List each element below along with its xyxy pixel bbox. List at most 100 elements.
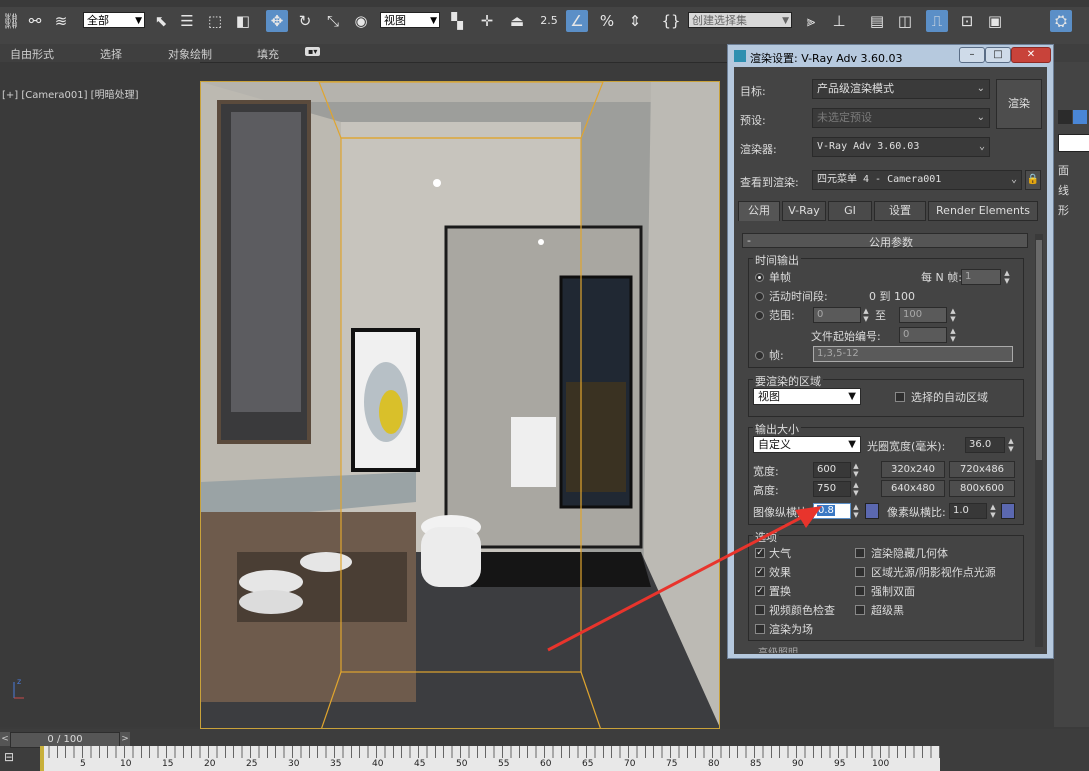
mirror-icon[interactable]: ⫸ [800, 10, 822, 32]
range-end-field[interactable]: 100 [899, 307, 947, 323]
ribbon-tab-populate[interactable]: 填充 [257, 46, 279, 62]
aspect-lock-icon[interactable] [865, 503, 879, 519]
aperture-spinner[interactable]: ▲ ▼ [1006, 437, 1016, 453]
tick-label: 95 [834, 759, 846, 769]
spinner-snap-icon[interactable]: ⇕ [624, 10, 646, 32]
common-params-rollout[interactable]: - 公用参数 [742, 233, 1028, 249]
range-start-field[interactable]: 0 [813, 307, 861, 323]
ribbon-options-icon[interactable]: ▪▾ [305, 47, 321, 56]
tab-gi[interactable]: GI [828, 201, 872, 221]
renderer-dropdown[interactable]: V-Ray Adv 3.60.03 ⌄ [812, 137, 990, 157]
tab-common[interactable]: 公用 [738, 201, 780, 221]
res-640x480-button[interactable]: 640x480 [881, 480, 945, 497]
curve-editor-icon[interactable]: ⎍ [926, 10, 948, 32]
layer-explorer-icon[interactable]: ▤ [866, 10, 888, 32]
rotate-icon[interactable]: ↻ [294, 10, 316, 32]
ribbon-tab-object-paint[interactable]: 对象绘制 [168, 46, 212, 62]
place-icon[interactable]: ◉ [350, 10, 372, 32]
area-lights-checkbox[interactable] [855, 567, 865, 577]
area-to-render-group: 要渲染的区域 视图 ▼ 选择的自动区域 [748, 373, 1024, 417]
pixel-aspect-field[interactable]: 1.0 [949, 503, 987, 519]
res-800x600-button[interactable]: 800x600 [949, 480, 1015, 497]
frames-radio[interactable] [755, 351, 764, 360]
area-dropdown[interactable]: 视图 ▼ [753, 388, 861, 405]
bind-spacewarp-icon[interactable]: ≋ [50, 10, 72, 32]
tab-settings[interactable]: 设置 [874, 201, 926, 221]
tab-vray[interactable]: V-Ray [782, 201, 826, 221]
select-manipulate-icon[interactable]: ✛ [476, 10, 498, 32]
preset-dropdown[interactable]: 未选定预设 ⌄ [812, 108, 990, 128]
snap-toggle-icon[interactable]: 2.5 [538, 10, 560, 32]
current-frame-marker[interactable] [40, 746, 44, 771]
target-dropdown[interactable]: 产品级渲染模式 ⌄ [812, 79, 990, 99]
ribbon-tab-selection[interactable]: 选择 [100, 46, 122, 62]
toggle-ribbon-icon[interactable]: ◫ [894, 10, 916, 32]
aperture-field[interactable]: 36.0 [965, 437, 1005, 453]
color-swatch[interactable] [1058, 110, 1072, 124]
pivot-center-icon[interactable]: ▚ [446, 10, 468, 32]
lock-view-icon[interactable]: 🔒 [1025, 170, 1041, 190]
every-n-spinner[interactable]: ▲ ▼ [1002, 269, 1012, 285]
align-icon[interactable]: ⊥ [828, 10, 850, 32]
panel-dropdown[interactable] [1058, 134, 1089, 152]
rect-selection-icon[interactable]: ⬚ [204, 10, 226, 32]
angle-snap-icon[interactable]: ∠ [566, 10, 588, 32]
range-end-spinner[interactable]: ▲ ▼ [948, 307, 958, 323]
image-aspect-spinner[interactable]: ▲ ▼ [851, 503, 861, 519]
minimize-button[interactable]: – [959, 47, 985, 63]
res-320x240-button[interactable]: 320x240 [881, 461, 945, 478]
render-hidden-label: 渲染隐藏几何体 [871, 547, 948, 560]
maximize-button[interactable]: □ [985, 47, 1011, 63]
view-to-render-dropdown[interactable]: 四元菜单 4 - Camera001 ⌄ [812, 170, 1022, 190]
auto-region-checkbox[interactable] [895, 392, 905, 402]
range-start-spinner[interactable]: ▲ ▼ [861, 307, 871, 323]
output-preset-dropdown[interactable]: 自定义 ▼ [753, 436, 861, 453]
color-swatch-blue[interactable] [1073, 110, 1087, 124]
selection-filter-dropdown[interactable]: 全部 ▼ [83, 12, 145, 28]
percent-snap-icon[interactable]: % [596, 10, 618, 32]
time-prev-icon[interactable]: < [0, 732, 10, 746]
super-black-checkbox[interactable] [855, 605, 865, 615]
frames-field[interactable]: 1,3,5-12 [813, 346, 1013, 362]
link-icon[interactable]: ⛓ [0, 10, 22, 32]
every-n-field[interactable]: 1 [961, 269, 1001, 285]
tick-label: 75 [666, 759, 678, 769]
width-field[interactable]: 600 [813, 462, 851, 478]
move-icon[interactable]: ✥ [266, 10, 288, 32]
dialog-scroll-thumb[interactable] [1036, 240, 1042, 460]
tab-render-elements[interactable]: Render Elements [928, 201, 1038, 221]
force-2sided-checkbox[interactable] [855, 586, 865, 596]
named-selection-dropdown[interactable]: 创建选择集 ▼ [688, 12, 792, 28]
res-720x486-button[interactable]: 720x486 [949, 461, 1015, 478]
ribbon-tab-freeform[interactable]: 自由形式 [10, 46, 54, 62]
single-frame-radio[interactable] [755, 273, 764, 282]
window-crossing-icon[interactable]: ◧ [232, 10, 254, 32]
pixel-aspect-lock-icon[interactable] [1001, 503, 1015, 519]
pixel-aspect-spinner[interactable]: ▲ ▼ [988, 503, 998, 519]
time-next-icon[interactable]: > [120, 732, 130, 746]
unlink-icon[interactable]: ⚯ [24, 10, 46, 32]
viewport-label[interactable]: [+] [Camera001] [明暗处理] [2, 86, 138, 101]
material-editor-icon[interactable]: ▣ [984, 10, 1006, 32]
close-button[interactable]: ✕ [1011, 47, 1051, 63]
reference-coordinate-dropdown[interactable]: 视图 ▼ [380, 12, 440, 28]
select-object-icon[interactable]: ⬉ [150, 10, 172, 32]
width-spinner[interactable]: ▲ ▼ [851, 462, 861, 478]
range-radio[interactable] [755, 311, 764, 320]
schematic-view-icon[interactable]: ⊡ [956, 10, 978, 32]
active-segment-radio[interactable] [755, 292, 764, 301]
timeline-ruler[interactable]: 5 10 15 20 25 30 35 40 45 50 55 60 65 70… [40, 746, 940, 771]
file-start-spinner[interactable]: ▲ ▼ [948, 327, 958, 343]
file-start-field[interactable]: 0 [899, 327, 947, 343]
dialog-titlebar[interactable]: 渲染设置: V-Ray Adv 3.60.03 – □ ✕ [728, 45, 1053, 67]
height-spinner[interactable]: ▲ ▼ [851, 481, 861, 497]
keyboard-shortcut-icon[interactable]: ⏏ [506, 10, 528, 32]
select-by-name-icon[interactable]: ☰ [176, 10, 198, 32]
edit-named-selection-icon[interactable]: {} [660, 10, 682, 32]
height-field[interactable]: 750 [813, 481, 851, 497]
scale-icon[interactable]: ⤡ [322, 10, 344, 32]
mini-curve-editor-icon[interactable]: ⊟ [4, 750, 22, 766]
render-hidden-checkbox[interactable] [855, 548, 865, 558]
render-setup-icon[interactable]: ⛭ [1050, 10, 1072, 32]
render-button[interactable]: 渲染 [996, 79, 1042, 129]
